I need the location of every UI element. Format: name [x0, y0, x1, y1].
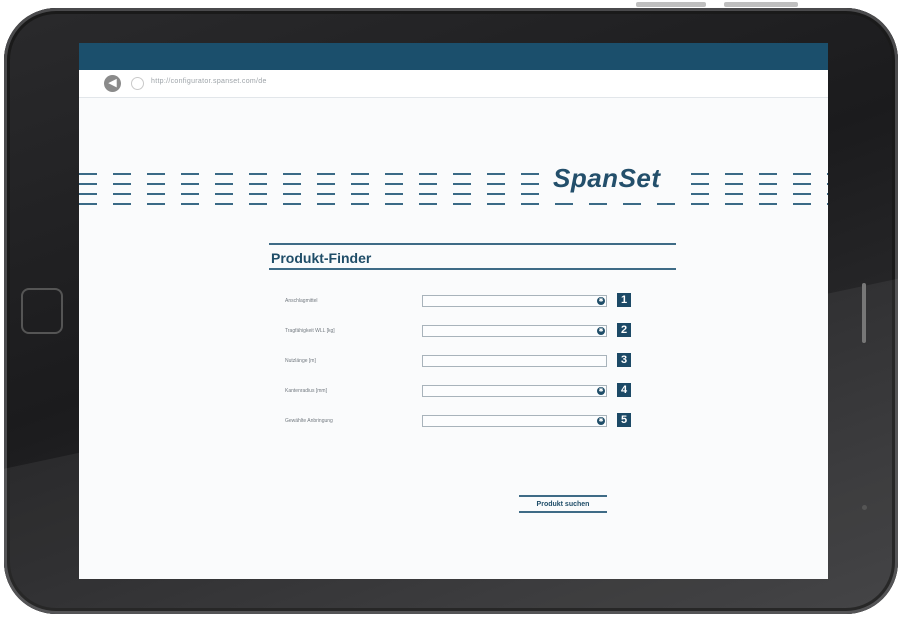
field-label: Nutzlänge [m]: [285, 358, 316, 364]
finder-row: Tragfähigkeit WLL [kg] ✱ 2: [269, 323, 677, 343]
finder-title-divider: [269, 268, 676, 270]
field-label: Anschlagmittel: [285, 298, 318, 304]
step-badge-1: 1: [617, 293, 631, 307]
finder-row: Gewählte Anbringung ✱ 5: [269, 413, 677, 433]
select-field-4[interactable]: ✱: [422, 385, 607, 397]
power-button: [724, 2, 798, 7]
select-field-1[interactable]: ✱: [422, 295, 607, 307]
step-badge-5: 5: [617, 413, 631, 427]
url-text[interactable]: http://configurator.spanset.com/de: [151, 78, 267, 85]
tablet-screen: ◀ http://configurator.spanset.com/de Spa…: [79, 43, 828, 579]
field-label: Tragfähigkeit WLL [kg]: [285, 328, 335, 334]
back-arrow-icon[interactable]: ◀: [104, 75, 121, 92]
volume-button: [636, 2, 706, 7]
search-button-label: Produkt suchen: [536, 501, 590, 508]
select-field-5[interactable]: ✱: [422, 415, 607, 427]
spanset-logo: SpanSet: [553, 163, 661, 193]
finder-row: Anschlagmittel ✱ 1: [269, 293, 677, 313]
field-label: Gewählte Anbringung: [285, 418, 333, 424]
browser-urlbar: ◀ http://configurator.spanset.com/de: [79, 70, 828, 98]
select-field-2[interactable]: ✱: [422, 325, 607, 337]
clock-icon: [131, 77, 144, 90]
step-badge-4: 4: [617, 383, 631, 397]
finder-top-divider: [269, 243, 676, 245]
gear-icon[interactable]: ✱: [597, 417, 605, 425]
camera-icon: [862, 505, 867, 510]
decorative-dashes: [79, 173, 828, 223]
finder-row: Kantenradius [mm] ✱ 4: [269, 383, 677, 403]
browser-titlebar: [79, 43, 828, 70]
gear-icon[interactable]: ✱: [597, 297, 605, 305]
search-product-button[interactable]: Produkt suchen: [519, 495, 607, 513]
input-field-3[interactable]: [422, 355, 607, 367]
gear-icon[interactable]: ✱: [597, 327, 605, 335]
home-button: [21, 288, 63, 334]
gear-icon[interactable]: ✱: [597, 387, 605, 395]
finder-row: Nutzlänge [m] 3: [269, 353, 677, 373]
side-button: [862, 283, 866, 343]
finder-title: Produkt-Finder: [271, 250, 372, 266]
step-badge-2: 2: [617, 323, 631, 337]
field-label: Kantenradius [mm]: [285, 388, 327, 394]
step-badge-3: 3: [617, 353, 631, 367]
